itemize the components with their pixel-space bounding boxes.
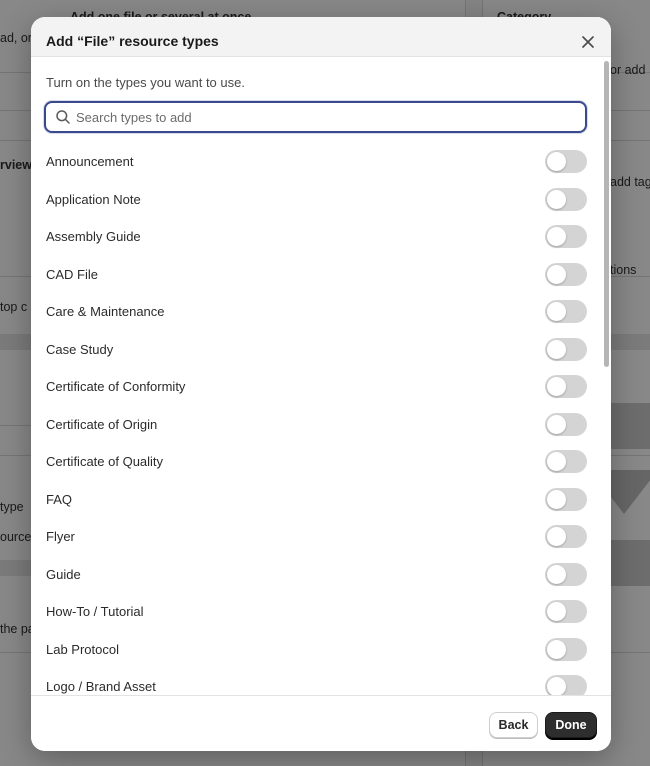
- close-icon: [582, 36, 594, 48]
- type-list: Announcement Application Note Assembly G…: [31, 143, 611, 695]
- type-label: Logo / Brand Asset: [46, 679, 156, 694]
- type-label: CAD File: [46, 266, 99, 282]
- type-label: Lab Protocol: [46, 641, 119, 657]
- type-label: Certificate of Quality: [46, 454, 164, 469]
- toggle-knob: [547, 264, 566, 284]
- toggle-knob: [547, 227, 566, 246]
- type-label: Application Note: [46, 191, 141, 207]
- type-toggle[interactable]: [545, 375, 587, 398]
- toggle-knob: [547, 677, 566, 695]
- type-row: Assembly Guide: [31, 218, 611, 256]
- toggle-knob: [547, 414, 566, 434]
- scrollbar-thumb[interactable]: [604, 61, 609, 367]
- toggle-knob: [547, 489, 566, 509]
- type-label: Certificate of Origin: [46, 416, 158, 432]
- dialog-subtitle: Turn on the types you want to use.: [46, 75, 245, 90]
- type-toggle[interactable]: [545, 450, 587, 473]
- type-label: How-To / Tutorial: [46, 604, 144, 619]
- type-row: FAQ: [31, 481, 611, 519]
- type-row: CAD File: [31, 256, 611, 294]
- done-button[interactable]: Done: [545, 712, 597, 738]
- type-row: Care & Maintenance: [31, 293, 611, 331]
- type-toggle[interactable]: [545, 150, 587, 173]
- search-icon: [56, 110, 70, 124]
- dialog-footer: Back Done: [31, 695, 611, 751]
- type-toggle[interactable]: [545, 187, 587, 211]
- type-row: Flyer: [31, 518, 611, 556]
- type-row: Case Study: [31, 331, 611, 369]
- type-row: Certificate of Origin: [31, 406, 611, 444]
- type-toggle[interactable]: [545, 300, 587, 323]
- toggle-knob: [547, 377, 566, 396]
- resource-types-dialog: Add “File” resource types Turn on the ty…: [31, 17, 611, 751]
- type-row: How-To / Tutorial: [31, 593, 611, 631]
- type-toggle[interactable]: [545, 412, 587, 436]
- type-row: Lab Protocol: [31, 631, 611, 669]
- dialog-body[interactable]: Turn on the types you want to use. Annou…: [31, 57, 611, 695]
- type-toggle[interactable]: [545, 675, 587, 695]
- type-row: Application Note: [31, 181, 611, 219]
- toggle-knob: [547, 302, 566, 321]
- toggle-knob: [547, 564, 566, 584]
- toggle-knob: [547, 452, 566, 471]
- type-row: Logo / Brand Asset: [31, 668, 611, 695]
- type-label: Announcement: [46, 154, 134, 169]
- type-label: Flyer: [46, 529, 75, 544]
- type-toggle[interactable]: [545, 525, 587, 548]
- type-row: Certificate of Quality: [31, 443, 611, 481]
- type-label: Guide: [46, 566, 81, 582]
- scrollbar[interactable]: [602, 57, 611, 695]
- toggle-knob: [547, 602, 566, 621]
- search-input[interactable]: [74, 106, 574, 128]
- type-label: Assembly Guide: [46, 229, 141, 244]
- toggle-knob: [547, 639, 566, 659]
- type-label: FAQ: [46, 491, 73, 507]
- type-row: Certificate of Conformity: [31, 368, 611, 406]
- type-label: Certificate of Conformity: [46, 379, 186, 394]
- toggle-knob: [547, 189, 566, 209]
- type-toggle[interactable]: [545, 225, 587, 248]
- type-label: Care & Maintenance: [46, 304, 165, 319]
- type-row: Announcement: [31, 143, 611, 181]
- dialog-title: Add “File” resource types: [46, 33, 219, 49]
- toggle-knob: [547, 339, 566, 359]
- toggle-knob: [547, 527, 566, 546]
- dialog-header: Add “File” resource types: [31, 17, 611, 57]
- type-toggle[interactable]: [545, 487, 587, 511]
- type-toggle[interactable]: [545, 337, 587, 361]
- type-toggle[interactable]: [545, 562, 587, 586]
- search-box[interactable]: [44, 101, 587, 133]
- back-button[interactable]: Back: [489, 712, 538, 738]
- type-toggle[interactable]: [545, 600, 587, 623]
- type-toggle[interactable]: [545, 637, 587, 661]
- type-toggle[interactable]: [545, 262, 587, 286]
- toggle-knob: [547, 152, 566, 171]
- type-label: Case Study: [46, 341, 114, 357]
- type-row: Guide: [31, 556, 611, 594]
- close-button[interactable]: [577, 31, 599, 53]
